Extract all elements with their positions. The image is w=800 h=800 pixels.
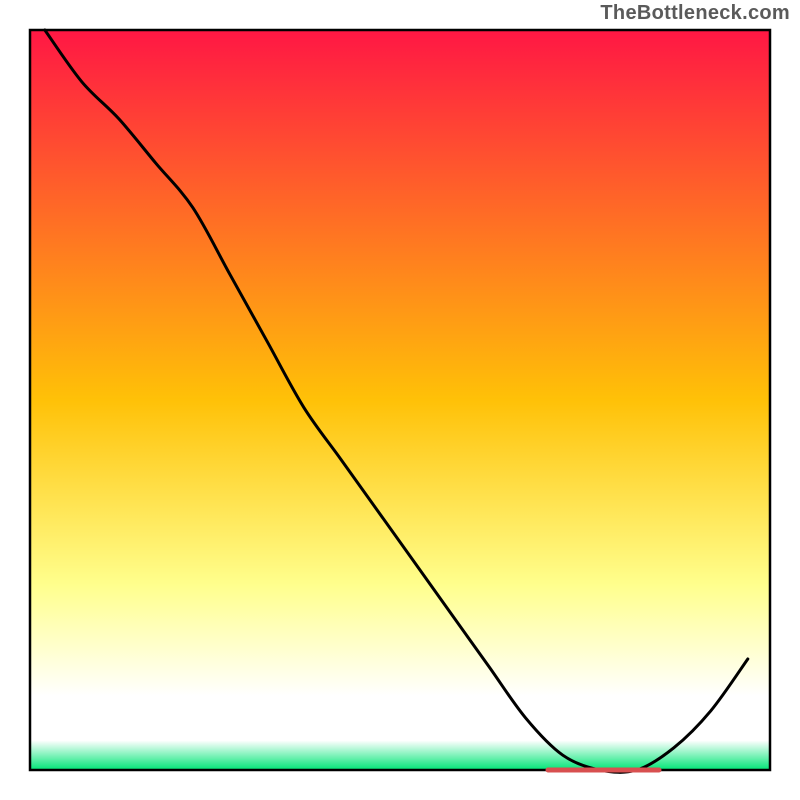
watermark-label: TheBottleneck.com xyxy=(600,2,790,25)
bottleneck-chart xyxy=(0,0,800,800)
chart-container: { "watermark": "TheBottleneck.com", "col… xyxy=(0,0,800,800)
plot-area xyxy=(30,30,770,770)
